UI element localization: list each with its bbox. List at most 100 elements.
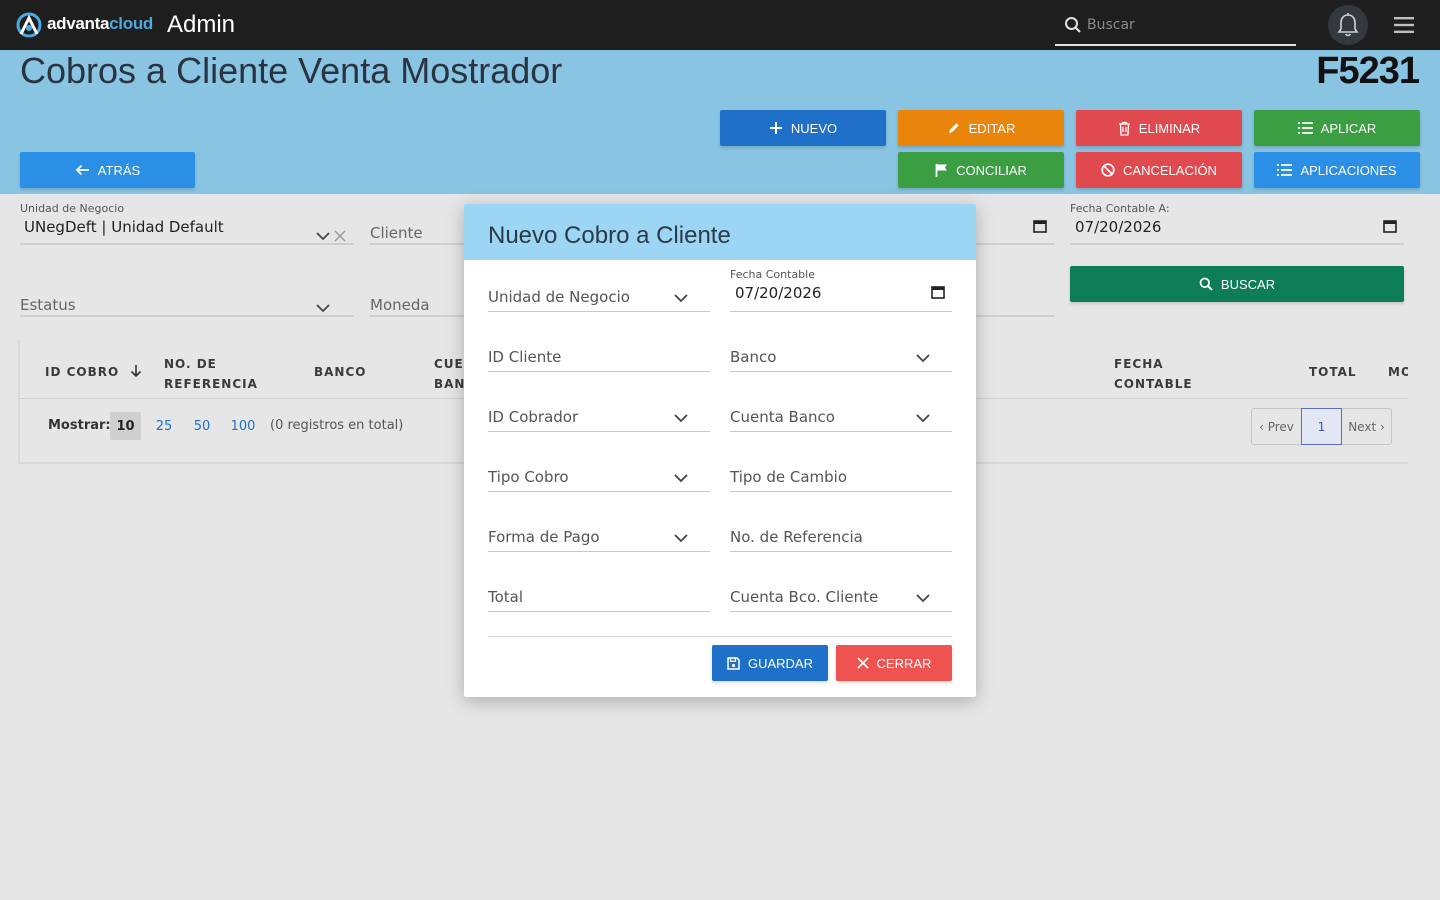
column-header-id-cobro[interactable]: ID COBRO bbox=[45, 362, 142, 382]
fecha-contable-input[interactable]: 07/20/2026 bbox=[730, 282, 952, 312]
banco-select[interactable]: Banco bbox=[730, 342, 952, 372]
fecha-contable-a-underline bbox=[1070, 243, 1404, 245]
calendar-icon[interactable] bbox=[1033, 219, 1047, 233]
cuenta-banco-label: Cuenta Banco bbox=[730, 408, 835, 426]
hamburger-menu-icon[interactable] bbox=[1394, 17, 1414, 33]
id-cobrador-select[interactable]: ID Cobrador bbox=[488, 402, 710, 432]
clear-icon[interactable] bbox=[334, 230, 346, 242]
editar-button[interactable]: EDITAR bbox=[898, 110, 1064, 146]
logo-icon[interactable] bbox=[15, 11, 45, 39]
fecha-contable-a-value[interactable]: 07/20/2026 bbox=[1075, 218, 1161, 236]
column-header-fecha-line2: CONTABLE bbox=[1114, 377, 1193, 391]
conciliar-button[interactable]: CONCILIAR bbox=[898, 152, 1064, 188]
page-size-50[interactable]: 50 bbox=[188, 412, 216, 440]
atras-label: ATRÁS bbox=[97, 162, 141, 178]
fecha-contable-value: 07/20/2026 bbox=[735, 284, 822, 302]
nuevo-button[interactable]: NUEVO bbox=[720, 110, 886, 146]
tipo-cambio-label: Tipo de Cambio bbox=[730, 468, 847, 486]
editar-label: EDITAR bbox=[968, 120, 1016, 136]
eliminar-button[interactable]: ELIMINAR bbox=[1076, 110, 1242, 146]
aplicar-label: APLICAR bbox=[1320, 120, 1377, 136]
search-input[interactable] bbox=[1087, 14, 1287, 36]
column-header-total[interactable]: TOTAL bbox=[1309, 362, 1357, 382]
chevron-down-icon bbox=[916, 414, 930, 423]
column-header-fecha-line1: FECHA bbox=[1114, 357, 1164, 371]
chevron-down-icon bbox=[674, 414, 688, 423]
calendar-icon[interactable] bbox=[1383, 219, 1397, 233]
buscar-label: BUSCAR bbox=[1220, 276, 1276, 292]
column-header-no-referencia-line1: NO. DE bbox=[164, 357, 217, 371]
column-header-fecha-contable[interactable]: FECHA CONTABLE bbox=[1114, 354, 1193, 394]
atras-button[interactable]: ATRÁS bbox=[20, 152, 195, 188]
filter-underline bbox=[976, 315, 1054, 317]
column-header-banco[interactable]: BANCO bbox=[314, 362, 366, 382]
notifications-button[interactable] bbox=[1328, 5, 1368, 45]
column-header-cuenta-banco[interactable]: CUEI BAN( bbox=[434, 354, 464, 394]
no-referencia-input[interactable]: No. de Referencia bbox=[730, 522, 952, 552]
column-header-cuenta-line2: BAN( bbox=[434, 377, 464, 391]
chevron-down-icon bbox=[674, 474, 688, 483]
eliminar-label: ELIMINAR bbox=[1138, 120, 1201, 136]
guardar-button[interactable]: GUARDAR bbox=[712, 645, 828, 681]
nuevo-cobro-modal: Nuevo Cobro a Cliente Unidad de Negocio … bbox=[464, 204, 976, 697]
ban-icon bbox=[1101, 163, 1115, 177]
total-input[interactable]: Total bbox=[488, 582, 710, 612]
arrow-down-icon bbox=[131, 365, 142, 378]
chevron-down-icon bbox=[916, 354, 930, 363]
page-size-100[interactable]: 100 bbox=[226, 412, 260, 440]
save-icon bbox=[727, 656, 740, 670]
unidad-negocio-label: Unidad de Negocio bbox=[488, 288, 630, 306]
conciliar-label: CONCILIAR bbox=[956, 162, 1027, 178]
arrow-left-icon bbox=[75, 164, 89, 176]
column-header-cuenta-line1: CUEI bbox=[434, 357, 464, 371]
cerrar-button[interactable]: CERRAR bbox=[836, 645, 952, 681]
aplicar-button[interactable]: APLICAR bbox=[1254, 110, 1420, 146]
column-header-no-referencia-line2: REFERENCIA bbox=[164, 377, 258, 391]
tipo-cobro-select[interactable]: Tipo Cobro bbox=[488, 462, 710, 492]
page-size-25[interactable]: 25 bbox=[150, 412, 178, 440]
column-header-moneda[interactable]: MO bbox=[1388, 362, 1408, 382]
unidad-negocio-filter-label: Unidad de Negocio bbox=[20, 202, 125, 215]
tipo-cobro-label: Tipo Cobro bbox=[488, 468, 569, 486]
column-header-id-cobro-label: ID COBRO bbox=[45, 365, 120, 379]
pagination: ‹ Prev 1 Next › bbox=[1251, 408, 1392, 445]
moneda-filter[interactable]: Moneda bbox=[370, 296, 430, 314]
unidad-negocio-select[interactable]: Unidad de Negocio bbox=[488, 282, 710, 312]
forma-pago-select[interactable]: Forma de Pago bbox=[488, 522, 710, 552]
aplicaciones-label: APLICACIONES bbox=[1300, 162, 1397, 178]
close-icon bbox=[856, 657, 869, 669]
modal-divider bbox=[488, 636, 952, 637]
page-size-10[interactable]: 10 bbox=[110, 412, 141, 440]
cliente-filter[interactable]: Cliente bbox=[370, 224, 423, 242]
banco-label: Banco bbox=[730, 348, 777, 366]
column-header-no-referencia[interactable]: NO. DE REFERENCIA bbox=[164, 354, 258, 394]
page-code: F5231 bbox=[1316, 50, 1420, 92]
forma-pago-label: Forma de Pago bbox=[488, 528, 600, 546]
fecha-contable-de-underline bbox=[976, 243, 1054, 245]
list-icon bbox=[1277, 164, 1293, 176]
chevron-down-icon[interactable] bbox=[316, 232, 330, 241]
id-cliente-label: ID Cliente bbox=[488, 348, 562, 366]
next-page-button[interactable]: Next › bbox=[1342, 409, 1391, 444]
flag-icon bbox=[935, 164, 948, 177]
cuenta-bco-cliente-select[interactable]: Cuenta Bco. Cliente bbox=[730, 582, 952, 612]
aplicaciones-button[interactable]: APLICACIONES bbox=[1254, 152, 1420, 188]
buscar-button[interactable]: BUSCAR bbox=[1070, 266, 1404, 302]
chevron-down-icon[interactable] bbox=[316, 304, 330, 313]
unidad-negocio-filter-value[interactable]: UNegDeft | Unidad Default bbox=[24, 218, 224, 236]
tipo-cambio-input[interactable]: Tipo de Cambio bbox=[730, 462, 952, 492]
current-page-button[interactable]: 1 bbox=[1301, 408, 1342, 445]
mostrar-label: Mostrar: bbox=[48, 418, 111, 433]
cancelacion-button[interactable]: CANCELACIÓN bbox=[1076, 152, 1242, 188]
search-icon bbox=[1199, 277, 1213, 291]
estatus-filter[interactable]: Estatus bbox=[20, 296, 76, 314]
calendar-icon[interactable] bbox=[931, 285, 945, 299]
cuenta-banco-select[interactable]: Cuenta Banco bbox=[730, 402, 952, 432]
id-cliente-input[interactable]: ID Cliente bbox=[488, 342, 710, 372]
total-label: Total bbox=[488, 588, 524, 606]
guardar-label: GUARDAR bbox=[747, 655, 813, 671]
prev-page-button[interactable]: ‹ Prev bbox=[1252, 409, 1301, 444]
chevron-down-icon bbox=[674, 294, 688, 303]
trash-icon bbox=[1118, 121, 1130, 136]
brand-name[interactable]: advantacloud bbox=[47, 14, 153, 34]
